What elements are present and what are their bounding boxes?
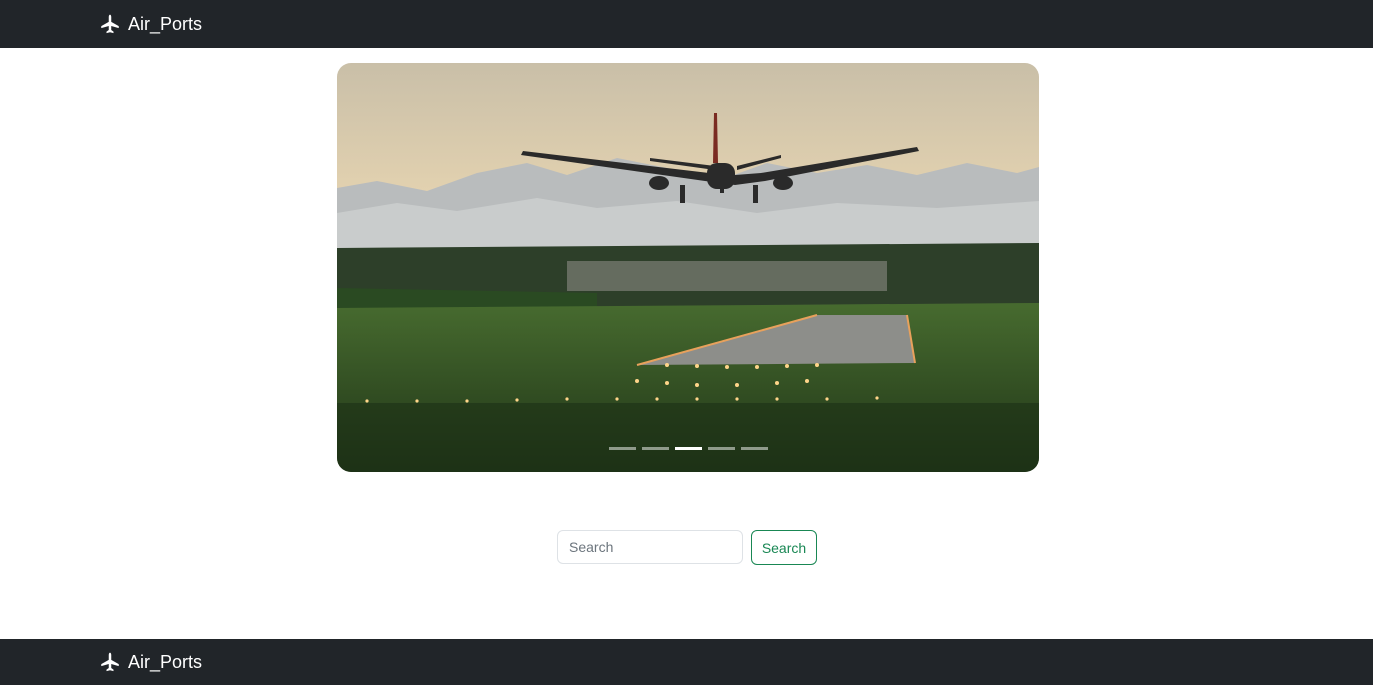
search-input[interactable] xyxy=(557,530,743,564)
footer-brand[interactable]: Air_Ports xyxy=(100,652,202,673)
footer-brand-label: Air_Ports xyxy=(128,651,203,672)
carousel-slide-image xyxy=(337,63,1039,472)
search-form: Search xyxy=(557,530,817,565)
footer-bar: Air_Ports xyxy=(0,639,1373,685)
navbar-brand-label: Air_Ports xyxy=(128,13,203,34)
carousel-indicators xyxy=(337,447,1039,450)
carousel-indicator-1[interactable] xyxy=(608,447,636,450)
carousel-indicator-5[interactable] xyxy=(740,447,768,450)
hero-carousel[interactable] xyxy=(337,63,1039,472)
carousel-indicator-2[interactable] xyxy=(641,447,669,450)
carousel-indicator-4[interactable] xyxy=(707,447,735,450)
search-button[interactable]: Search xyxy=(751,530,817,565)
top-navbar: Air_Ports xyxy=(0,0,1373,48)
airplane-icon xyxy=(100,652,120,672)
airplane-icon xyxy=(100,14,120,34)
carousel-indicator-3[interactable] xyxy=(674,447,702,450)
navbar-brand[interactable]: Air_Ports xyxy=(100,14,202,35)
